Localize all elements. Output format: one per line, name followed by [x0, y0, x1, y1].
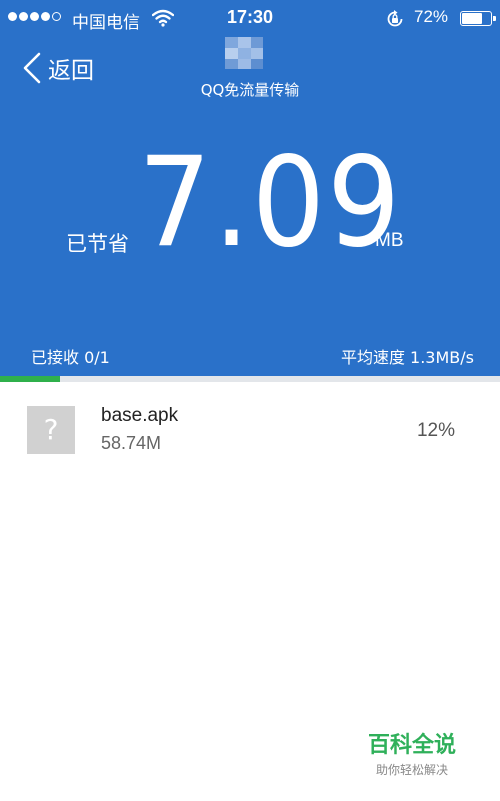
file-list-item[interactable]: ? base.apk 58.74M 12%	[0, 390, 500, 470]
battery-percent: 72%	[414, 7, 449, 26]
transfer-progress-fill	[0, 376, 60, 382]
saved-amount: 7.09	[138, 131, 403, 275]
battery-nub	[493, 16, 496, 21]
received-count: 已接收 0/1	[31, 348, 110, 367]
file-size: 58.74M	[101, 433, 162, 453]
transfer-progress-bar	[0, 376, 500, 382]
file-name: base.apk	[101, 405, 179, 426]
saved-label: 已节省	[66, 232, 129, 256]
battery-icon	[460, 11, 496, 26]
status-bar: 中国电信 17:30 72%	[0, 0, 500, 36]
unknown-file-icon: ?	[27, 406, 75, 454]
watermark-subtitle: 助你轻松解决	[375, 763, 448, 777]
battery-fill	[462, 13, 482, 24]
watermark-logo: 百科全说 助你轻松解决	[362, 727, 462, 778]
header-panel: 中国电信 17:30 72% 返回 QQ免流量传输 已节省 7.09 MB 已接…	[0, 0, 500, 376]
average-speed: 平均速度 1.3MB/s	[340, 348, 474, 367]
watermark-title: 百科全说	[367, 733, 456, 758]
saved-unit: MB	[375, 230, 404, 251]
blurred-avatar	[225, 37, 263, 69]
page-title: QQ免流量传输	[200, 81, 300, 99]
rotation-lock-icon	[387, 10, 403, 27]
file-progress-percent: 12%	[416, 420, 455, 441]
